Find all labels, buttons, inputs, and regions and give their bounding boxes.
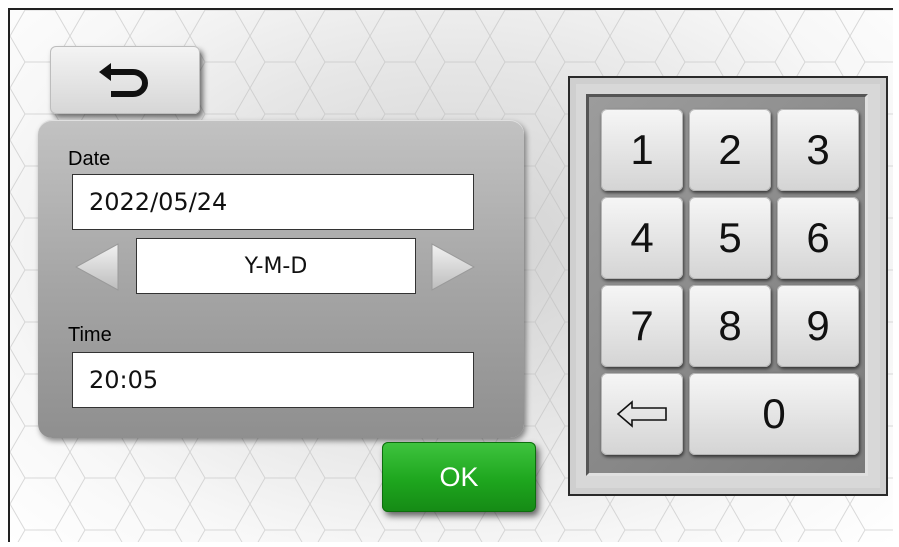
key-3[interactable]: 3 [777, 109, 859, 191]
key-6[interactable]: 6 [777, 197, 859, 279]
key-2[interactable]: 2 [689, 109, 771, 191]
date-time-panel: Date 2022/05/24 Y-M-D Time 20:05 [38, 120, 524, 438]
date-field[interactable]: 2022/05/24 [72, 174, 474, 230]
key-5[interactable]: 5 [689, 197, 771, 279]
triangle-right-icon[interactable] [430, 242, 476, 292]
backspace-arrow-icon [616, 400, 667, 428]
keypad-inner: 1 2 3 4 5 6 7 8 9 0 [586, 94, 868, 476]
key-7[interactable]: 7 [601, 285, 683, 367]
date-format-field[interactable]: Y-M-D [136, 238, 416, 294]
back-button[interactable] [50, 46, 200, 114]
ok-button[interactable]: OK [382, 442, 536, 512]
key-0[interactable]: 0 [689, 373, 859, 455]
time-label: Time [68, 324, 112, 346]
date-label: Date [68, 148, 111, 170]
numeric-keypad: 1 2 3 4 5 6 7 8 9 0 [568, 76, 888, 496]
return-arrow-icon [99, 63, 148, 97]
key-4[interactable]: 4 [601, 197, 683, 279]
time-field[interactable]: 20:05 [72, 352, 474, 408]
key-1[interactable]: 1 [601, 109, 683, 191]
screen: Date 2022/05/24 Y-M-D Time 20:05 OK 1 2 … [8, 8, 893, 542]
key-9[interactable]: 9 [777, 285, 859, 367]
triangle-left-icon[interactable] [74, 242, 120, 292]
key-8[interactable]: 8 [689, 285, 771, 367]
backspace-button[interactable] [601, 373, 683, 455]
